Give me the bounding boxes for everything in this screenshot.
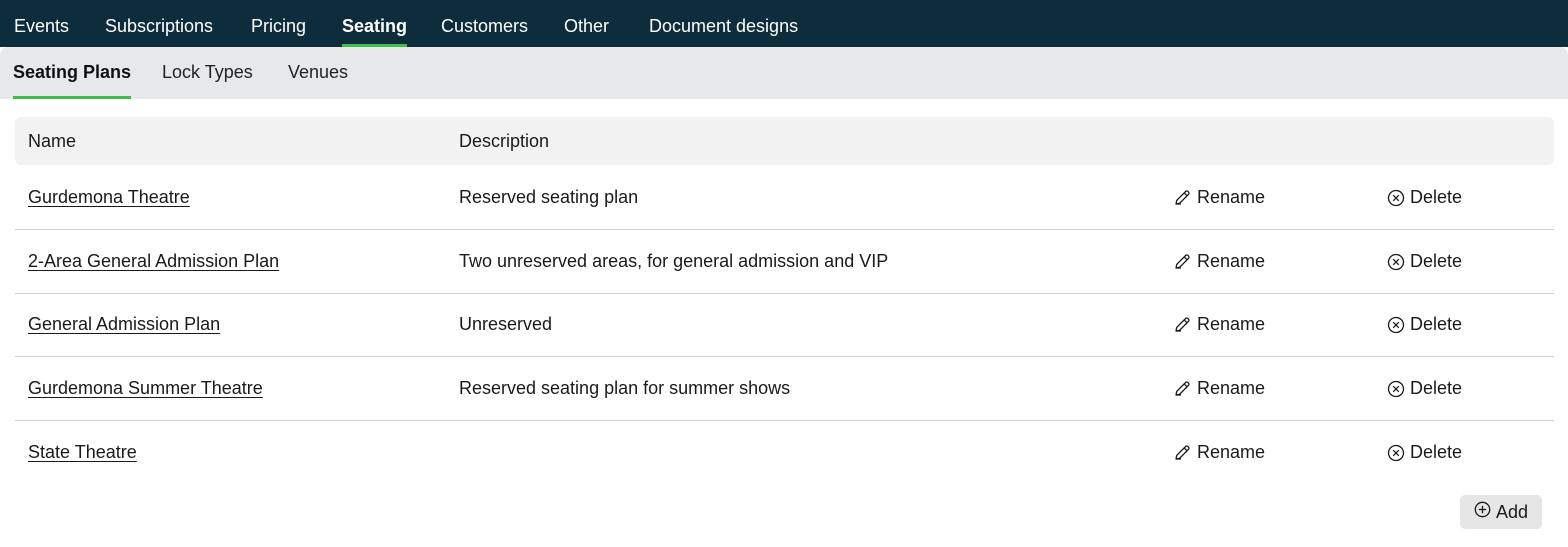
table-row: Gurdemona Theatre Reserved seating plan Re… bbox=[15, 166, 1554, 230]
plan-name-link[interactable]: Gurdemona Summer Theatre bbox=[28, 378, 263, 398]
rename-button[interactable]: Rename bbox=[1173, 421, 1265, 484]
column-header-name: Name bbox=[28, 131, 77, 151]
tab-pricing[interactable]: Pricing bbox=[251, 0, 306, 47]
circle-x-icon bbox=[1387, 316, 1405, 334]
pencil-icon bbox=[1173, 379, 1192, 398]
delete-button[interactable]: Delete bbox=[1387, 293, 1462, 356]
rename-button[interactable]: Rename bbox=[1173, 357, 1265, 420]
rename-button[interactable]: Rename bbox=[1173, 293, 1265, 356]
table-row: General Admission Plan Unreserved Rename De… bbox=[15, 293, 1554, 357]
tab-subscriptions[interactable]: Subscriptions bbox=[105, 0, 213, 47]
sub-navigation: Seating Plans Lock Types Venues bbox=[0, 47, 1568, 99]
plan-description: Unreserved bbox=[459, 314, 553, 334]
pencil-icon bbox=[1173, 252, 1192, 271]
tab-lock-types[interactable]: Lock Types bbox=[162, 47, 253, 99]
plan-description: Two unreserved areas, for general admiss… bbox=[459, 251, 889, 271]
circle-x-icon bbox=[1387, 380, 1405, 398]
plan-description: Reserved seating plan bbox=[459, 187, 639, 207]
circle-x-icon bbox=[1387, 444, 1405, 462]
tab-other[interactable]: Other bbox=[564, 0, 609, 47]
add-button-label: Add bbox=[1495, 501, 1529, 522]
rename-label: Rename bbox=[1197, 314, 1266, 334]
tab-seating-plans[interactable]: Seating Plans bbox=[13, 47, 132, 99]
rename-button[interactable]: Rename bbox=[1173, 166, 1265, 229]
table-row: State Theatre Rename Delete bbox=[15, 421, 1554, 485]
circle-x-icon bbox=[1387, 253, 1405, 271]
rename-label: Rename bbox=[1197, 378, 1266, 398]
add-button[interactable]: Add bbox=[1460, 495, 1542, 529]
tab-seating[interactable]: Seating bbox=[342, 0, 408, 47]
tab-events[interactable]: Events bbox=[14, 0, 69, 47]
plan-name-link[interactable]: 2-Area General Admission Plan bbox=[28, 251, 279, 271]
delete-label: Delete bbox=[1410, 442, 1463, 462]
delete-label: Delete bbox=[1410, 251, 1463, 271]
table-header: Name Description bbox=[15, 117, 1554, 165]
tab-customers[interactable]: Customers bbox=[441, 0, 528, 47]
circle-plus-icon bbox=[1474, 501, 1491, 523]
delete-label: Delete bbox=[1410, 378, 1463, 398]
plan-name-link[interactable]: General Admission Plan bbox=[28, 314, 220, 334]
pencil-icon bbox=[1173, 315, 1192, 334]
delete-button[interactable]: Delete bbox=[1387, 166, 1462, 229]
top-navigation: Events Subscriptions Pricing Seating Cus… bbox=[0, 0, 1568, 47]
delete-button[interactable]: Delete bbox=[1387, 421, 1462, 484]
rename-label: Rename bbox=[1197, 442, 1266, 462]
delete-button[interactable]: Delete bbox=[1387, 230, 1462, 293]
column-header-description: Description bbox=[459, 131, 550, 151]
plan-name-link[interactable]: Gurdemona Theatre bbox=[28, 187, 190, 207]
delete-button[interactable]: Delete bbox=[1387, 357, 1462, 420]
pencil-icon bbox=[1173, 443, 1192, 462]
plan-description: Reserved seating plan for summer shows bbox=[459, 378, 791, 398]
rename-label: Rename bbox=[1197, 251, 1266, 271]
tab-document-designs[interactable]: Document designs bbox=[649, 0, 798, 47]
circle-x-icon bbox=[1387, 189, 1405, 207]
table-row: 2-Area General Admission Plan Two unreser… bbox=[15, 230, 1554, 294]
rename-button[interactable]: Rename bbox=[1173, 230, 1265, 293]
delete-label: Delete bbox=[1410, 187, 1463, 207]
pencil-icon bbox=[1173, 188, 1192, 207]
rename-label: Rename bbox=[1197, 187, 1266, 207]
plan-name-link[interactable]: State Theatre bbox=[28, 442, 137, 462]
tab-venues[interactable]: Venues bbox=[288, 47, 348, 99]
delete-label: Delete bbox=[1410, 314, 1463, 334]
table-row: Gurdemona Summer Theatre Reserved seating… bbox=[15, 357, 1554, 421]
